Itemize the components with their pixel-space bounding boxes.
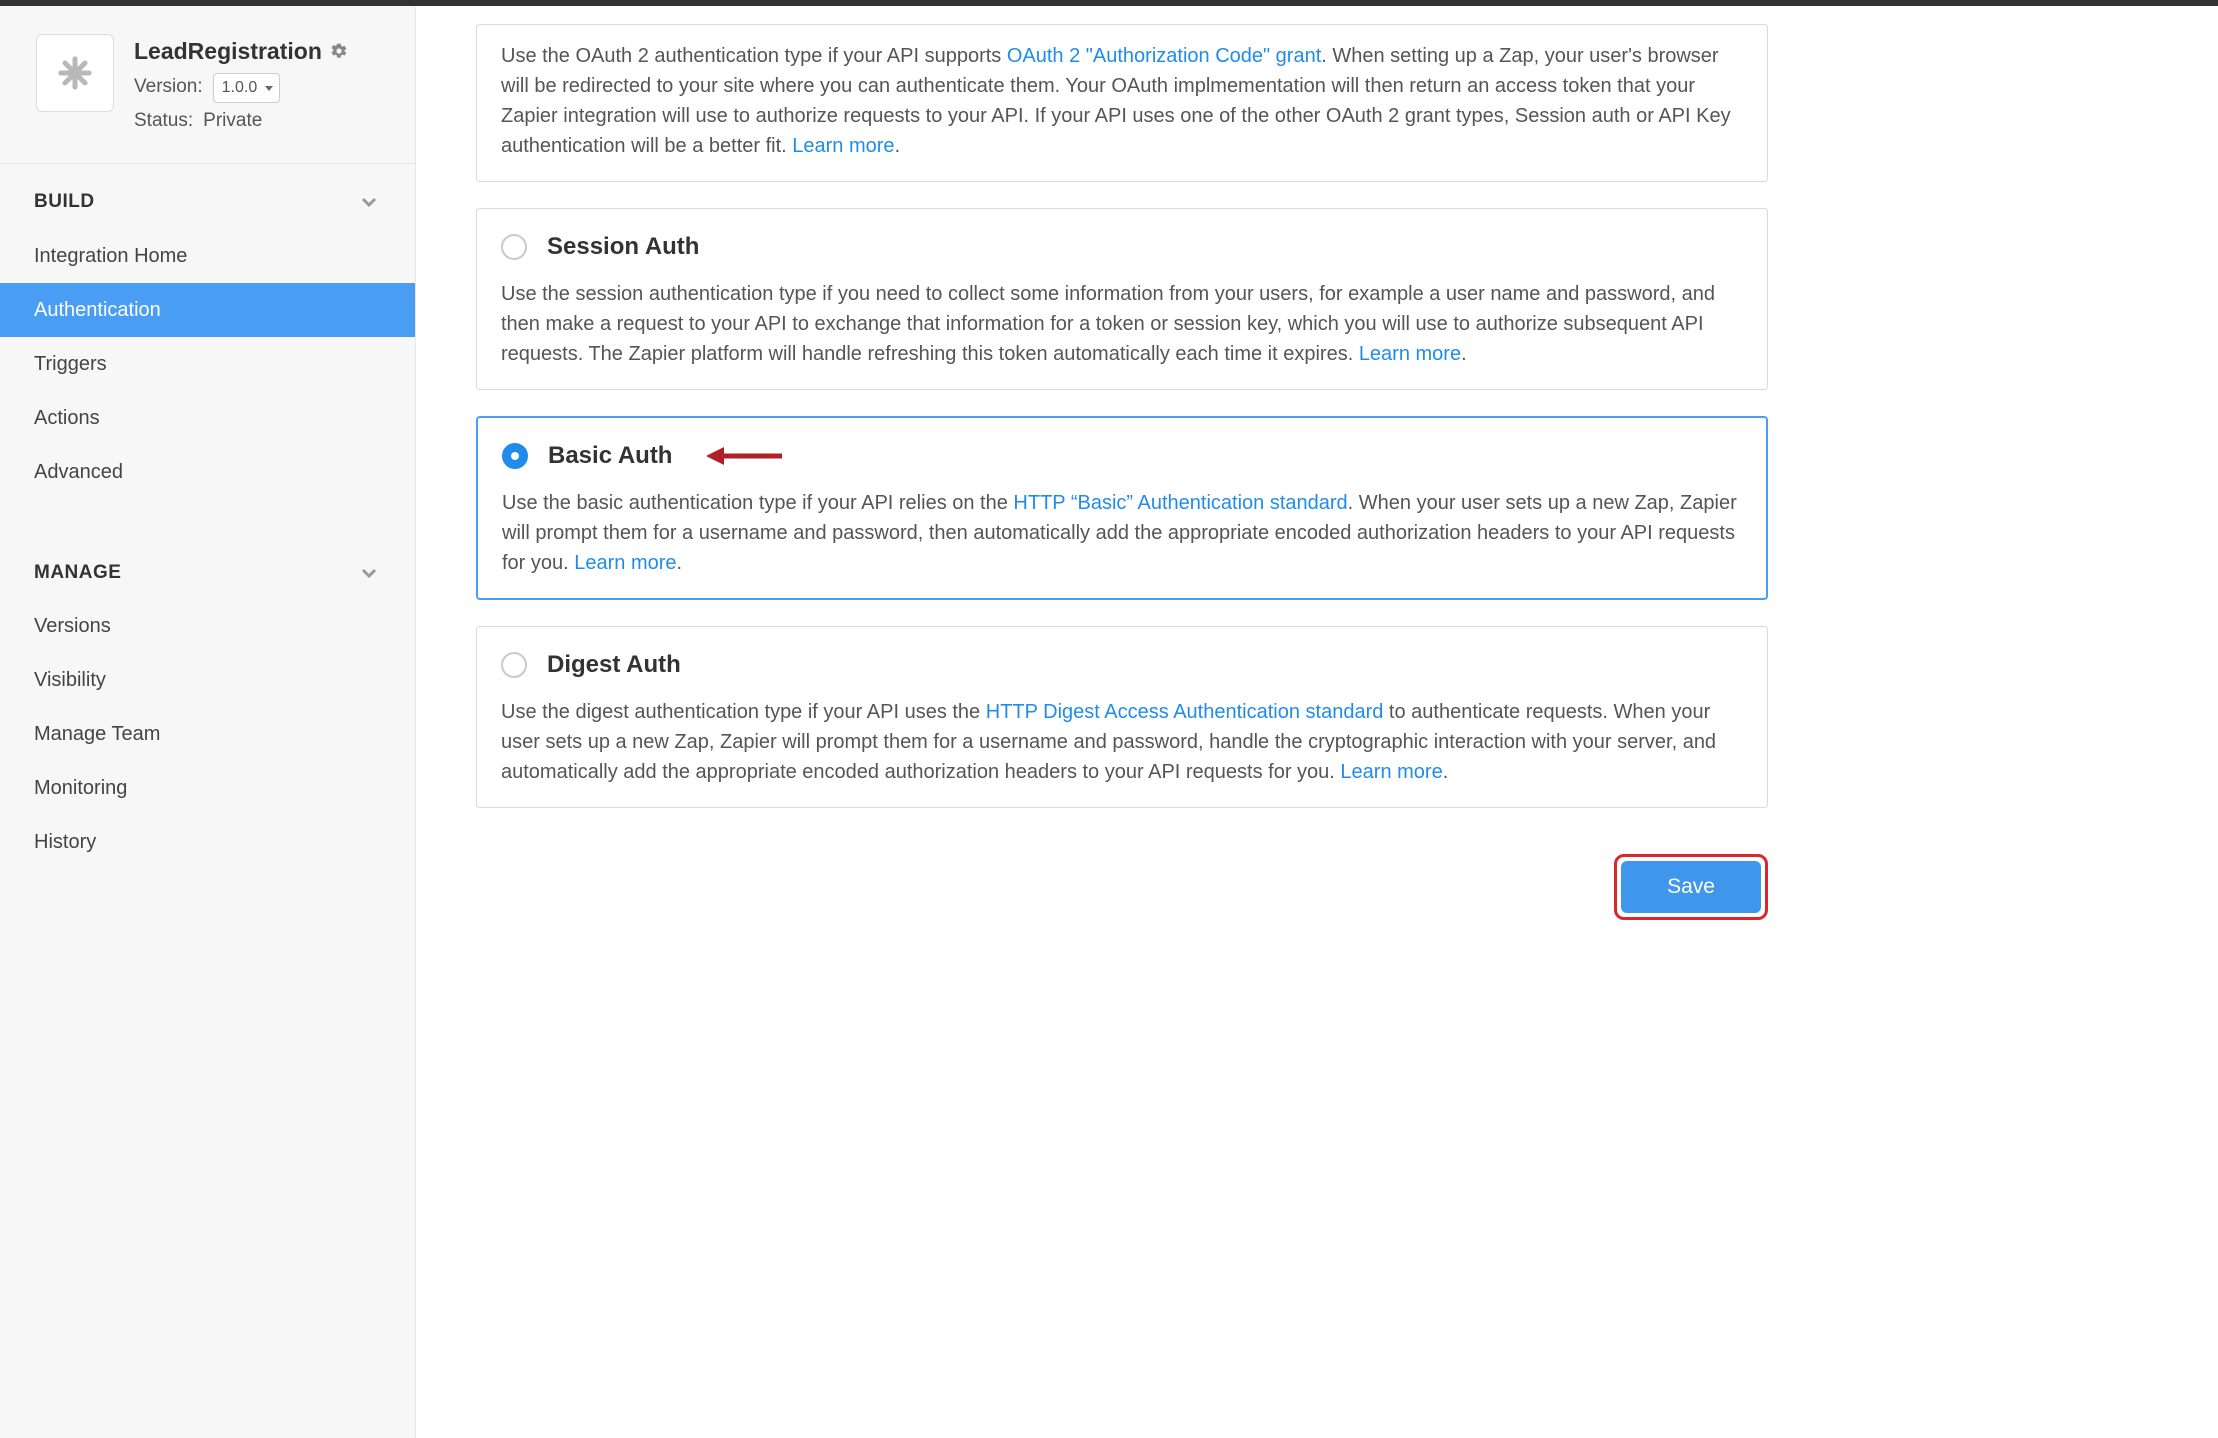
nav-group-build: BUILD Integration Home Authentication Tr… xyxy=(0,164,415,499)
chevron-down-icon xyxy=(357,561,381,585)
radio-session-auth[interactable] xyxy=(501,234,527,260)
save-button[interactable]: Save xyxy=(1621,861,1761,913)
auth-card-oauth[interactable]: Use the OAuth 2 authentication type if y… xyxy=(476,24,1768,182)
nav-group-manage: MANAGE Versions Visibility Manage Team M… xyxy=(0,535,415,870)
auth-card-basic-desc: Use the basic authentication type if you… xyxy=(502,482,1742,578)
radio-digest-auth[interactable] xyxy=(501,652,527,678)
digest-learn-more-link[interactable]: Learn more xyxy=(1340,761,1442,783)
auth-card-digest-desc: Use the digest authentication type if yo… xyxy=(501,691,1743,787)
nav-item-triggers[interactable]: Triggers xyxy=(0,337,415,391)
nav-item-history[interactable]: History xyxy=(0,815,415,869)
nav-item-visibility[interactable]: Visibility xyxy=(0,653,415,707)
oauth-learn-more-link[interactable]: Learn more xyxy=(792,135,894,157)
basic-learn-more-link[interactable]: Learn more xyxy=(574,552,676,574)
nav-item-advanced[interactable]: Advanced xyxy=(0,445,415,499)
digest-standard-link[interactable]: HTTP Digest Access Authentication standa… xyxy=(986,701,1384,723)
auth-card-oauth-desc: Use the OAuth 2 authentication type if y… xyxy=(501,35,1743,161)
oauth-desc-pre: Use the OAuth 2 authentication type if y… xyxy=(501,45,1007,67)
version-label: Version: xyxy=(134,73,203,102)
main-content: Use the OAuth 2 authentication type if y… xyxy=(416,6,1816,1438)
zapier-asterisk-icon xyxy=(55,53,95,93)
nav-item-integration-home[interactable]: Integration Home xyxy=(0,229,415,283)
nav-header-build[interactable]: BUILD xyxy=(0,164,415,229)
nav-item-authentication[interactable]: Authentication xyxy=(0,283,415,337)
auth-card-digest[interactable]: Digest Auth Use the digest authenticatio… xyxy=(476,626,1768,808)
sidebar: LeadRegistration Version: 1.0.0 Status: … xyxy=(0,6,416,1438)
app-logo xyxy=(36,34,114,112)
nav-item-versions[interactable]: Versions xyxy=(0,599,415,653)
nav-header-build-label: BUILD xyxy=(34,188,95,217)
radio-basic-auth[interactable] xyxy=(502,443,528,469)
nav-header-manage-label: MANAGE xyxy=(34,559,121,588)
arrow-annotation-icon xyxy=(706,445,782,467)
status-label: Status: xyxy=(134,107,193,136)
chevron-down-icon xyxy=(357,190,381,214)
session-learn-more-link[interactable]: Learn more xyxy=(1359,343,1461,365)
auth-card-basic-title: Basic Auth xyxy=(548,438,672,474)
auth-card-session[interactable]: Session Auth Use the session authenticat… xyxy=(476,208,1768,390)
version-value: 1.0.0 xyxy=(222,76,258,100)
form-actions: Save xyxy=(476,854,1768,920)
app-header: LeadRegistration Version: 1.0.0 Status: … xyxy=(0,6,415,155)
status-value: Private xyxy=(203,107,262,136)
oauth-grant-link[interactable]: OAuth 2 "Authorization Code" grant xyxy=(1007,45,1321,67)
basic-desc-pre: Use the basic authentication type if you… xyxy=(502,492,1013,514)
nav-header-manage[interactable]: MANAGE xyxy=(0,535,415,600)
session-desc: Use the session authentication type if y… xyxy=(501,283,1715,365)
auth-card-session-desc: Use the session authentication type if y… xyxy=(501,273,1743,369)
digest-desc-pre: Use the digest authentication type if yo… xyxy=(501,701,986,723)
basic-standard-link[interactable]: HTTP “Basic” Authentication standard xyxy=(1013,492,1347,514)
auth-card-digest-title: Digest Auth xyxy=(547,647,681,683)
auth-card-session-title: Session Auth xyxy=(547,229,699,265)
nav-item-manage-team[interactable]: Manage Team xyxy=(0,707,415,761)
nav-item-monitoring[interactable]: Monitoring xyxy=(0,761,415,815)
nav-item-actions[interactable]: Actions xyxy=(0,391,415,445)
app-name: LeadRegistration xyxy=(134,34,322,69)
version-select[interactable]: 1.0.0 xyxy=(213,73,281,103)
auth-card-basic[interactable]: Basic Auth Use the basic authentication … xyxy=(476,416,1768,600)
save-button-highlight: Save xyxy=(1614,854,1768,920)
gear-icon[interactable] xyxy=(330,42,348,60)
